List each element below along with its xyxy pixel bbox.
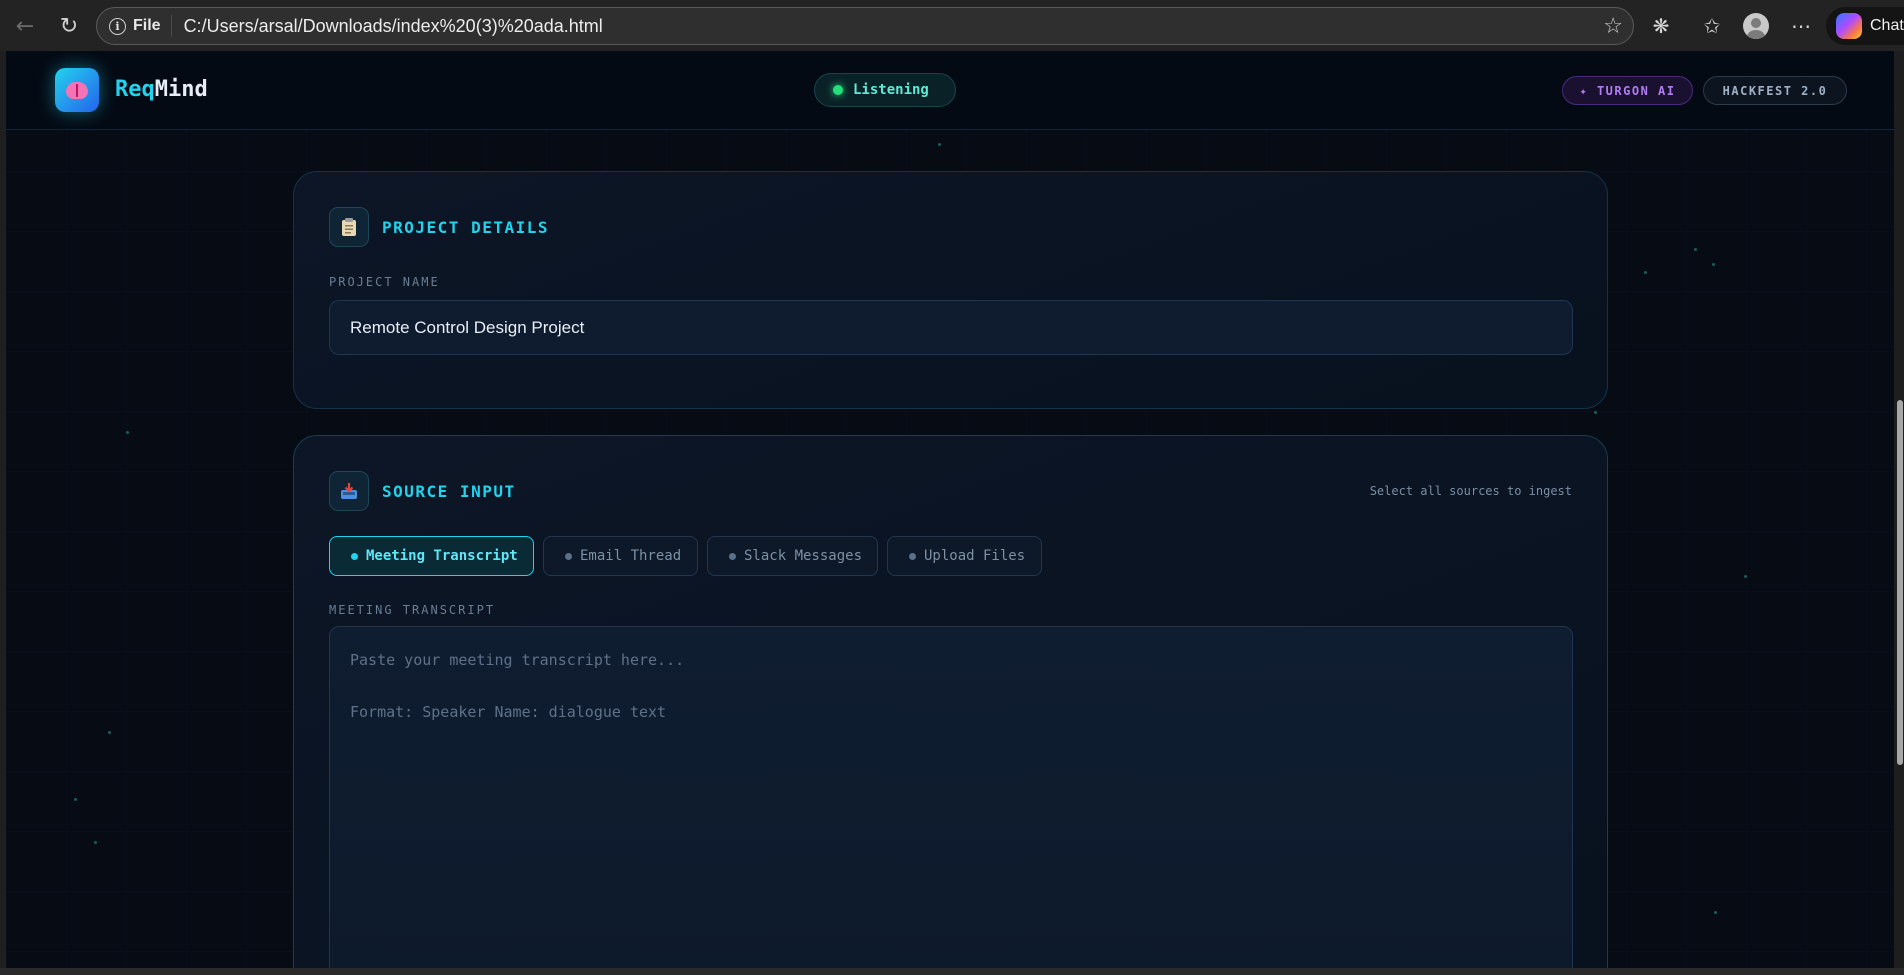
tab-bullet-icon xyxy=(729,552,736,560)
tab-upload-files[interactable]: Upload Files xyxy=(887,536,1042,576)
status-dot-icon xyxy=(833,85,843,95)
tab-bullet-icon xyxy=(909,552,916,560)
background-particle xyxy=(94,841,97,844)
window-bottom-edge xyxy=(0,968,1904,975)
turgon-ai-badge: ✦ TURGON AI xyxy=(1562,76,1693,105)
extensions-puzzle-icon[interactable]: ❋ xyxy=(1646,11,1676,41)
project-name-label: PROJECT NAME xyxy=(329,275,440,289)
tab-label: Upload Files xyxy=(924,548,1026,564)
brand-name-second: Mind xyxy=(154,77,208,102)
source-input-title: SOURCE INPUT xyxy=(382,482,516,501)
tab-bullet-icon xyxy=(351,552,358,560)
project-details-card: PROJECT DETAILS PROJECT NAME Remote Cont… xyxy=(293,171,1608,409)
clipboard-icon xyxy=(329,207,369,247)
favorites-icon[interactable]: ✩ xyxy=(1697,11,1727,41)
tab-label: Email Thread xyxy=(580,548,682,564)
listening-status-text: Listening xyxy=(853,82,929,98)
url-text[interactable]: C:/Users/arsal/Downloads/index%20(3)%20a… xyxy=(184,16,603,37)
page-viewport: ReqMind Listening ✦ TURGON AI HACKFEST 2… xyxy=(6,51,1894,968)
background-particle xyxy=(126,431,129,434)
tab-meeting-transcript[interactable]: Meeting Transcript xyxy=(329,536,534,576)
select-sources-hint: Select all sources to ingest xyxy=(1369,484,1572,498)
background-particle xyxy=(1594,411,1597,414)
background-particle xyxy=(74,798,77,801)
background-particle xyxy=(1744,575,1747,578)
copilot-chat-label: Chat xyxy=(1870,17,1904,34)
background-particle xyxy=(1714,911,1717,914)
meeting-transcript-label: MEETING TRANSCRIPT xyxy=(329,603,496,617)
copilot-chat-button[interactable]: Chat xyxy=(1826,7,1904,45)
background-particle xyxy=(1712,263,1715,266)
background-particle xyxy=(938,143,941,146)
browser-toolbar: ← ↻ i File C:/Users/arsal/Downloads/inde… xyxy=(0,0,1904,51)
inbox-tray-icon xyxy=(329,471,369,511)
source-input-card: SOURCE INPUT Select all sources to inges… xyxy=(293,435,1608,968)
background-particle xyxy=(1694,248,1697,251)
app-header: ReqMind Listening ✦ TURGON AI HACKFEST 2… xyxy=(6,51,1894,130)
brand-name[interactable]: ReqMind xyxy=(115,77,208,102)
background-particle xyxy=(108,731,111,734)
listening-status-badge: Listening xyxy=(814,73,956,107)
tab-label: Meeting Transcript xyxy=(366,548,518,564)
profile-avatar-icon[interactable] xyxy=(1741,11,1771,41)
brand-name-first: Req xyxy=(115,77,155,102)
address-divider xyxy=(170,15,172,37)
tab-label: Slack Messages xyxy=(744,548,863,564)
back-arrow-icon[interactable]: ← xyxy=(10,11,40,41)
project-name-input[interactable]: Remote Control Design Project xyxy=(329,300,1573,355)
page-scrollbar-thumb[interactable] xyxy=(1897,400,1903,765)
tab-slack-messages[interactable]: Slack Messages xyxy=(707,536,878,576)
meeting-transcript-textarea[interactable]: Paste your meeting transcript here... Fo… xyxy=(329,626,1573,968)
address-bar[interactable]: i File C:/Users/arsal/Downloads/index%20… xyxy=(96,7,1634,45)
tab-email-thread[interactable]: Email Thread xyxy=(543,536,698,576)
tab-bullet-icon xyxy=(565,552,572,560)
project-details-title: PROJECT DETAILS xyxy=(382,218,549,237)
copilot-logo-icon xyxy=(1836,13,1862,39)
brain-logo-icon[interactable] xyxy=(55,68,99,112)
more-options-icon[interactable]: ⋯ xyxy=(1786,11,1816,41)
favorite-star-icon[interactable]: ☆ xyxy=(1603,14,1623,39)
background-particle xyxy=(1644,271,1647,274)
hackfest-badge: HACKFEST 2.0 xyxy=(1703,76,1847,105)
reload-icon[interactable]: ↻ xyxy=(54,11,84,41)
url-scheme-label: File xyxy=(133,17,161,34)
site-info-icon[interactable]: i xyxy=(109,17,126,35)
